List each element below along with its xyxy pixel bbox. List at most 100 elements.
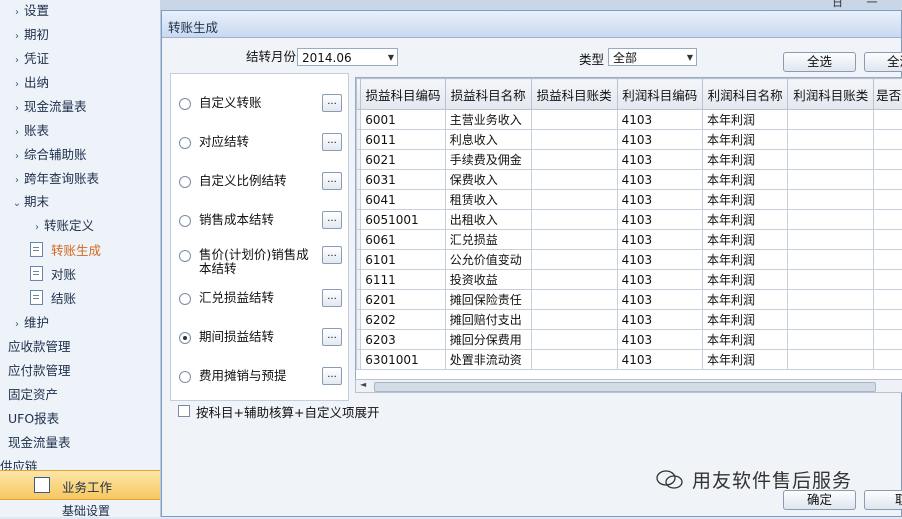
nav-item[interactable]: ›转账定义 <box>30 215 94 237</box>
select-all-button[interactable]: 全选 <box>783 52 856 72</box>
table-cell[interactable]: 6111 <box>361 270 445 290</box>
table-cell[interactable]: 租赁收入 <box>445 190 531 210</box>
table-cell[interactable]: 6001 <box>361 110 445 130</box>
nav-item[interactable]: ›综合辅助账 <box>10 144 87 166</box>
table-cell[interactable]: 本年利润 <box>702 310 787 330</box>
type-select[interactable]: 全部 ▼ <box>608 48 697 66</box>
table-cell[interactable]: 4103 <box>617 290 702 310</box>
option-detail-button[interactable]: ... <box>322 289 342 307</box>
table-cell[interactable]: 6041 <box>361 190 445 210</box>
table-cell[interactable]: 摊回赔付支出 <box>445 310 531 330</box>
radio-button[interactable] <box>179 293 191 305</box>
transfer-grid[interactable]: 损益科目编码损益科目名称损益科目账类利润科目编码利润科目名称利润科目账类是否 6… <box>355 77 902 389</box>
nav-item[interactable]: UFO报表 <box>8 408 59 430</box>
table-row[interactable]: 6061汇兑损益4103本年利润 <box>357 230 902 250</box>
radio-button[interactable] <box>179 250 191 262</box>
nav-item[interactable]: ›凭证 <box>10 48 49 70</box>
table-cell[interactable]: 本年利润 <box>702 170 787 190</box>
table-cell[interactable]: 4103 <box>617 150 702 170</box>
table-cell[interactable]: 投资收益 <box>445 270 531 290</box>
nav-item[interactable]: ›跨年查询账表 <box>10 168 99 190</box>
nav-item[interactable]: 现金流量表 <box>8 432 71 454</box>
table-cell[interactable] <box>874 130 902 150</box>
table-row[interactable]: 6101公允价值变动4103本年利润 <box>357 250 902 270</box>
table-cell[interactable] <box>874 150 902 170</box>
radio-button[interactable] <box>179 176 191 188</box>
option-detail-button[interactable]: ... <box>322 172 342 190</box>
nav-item[interactable]: ›维护 <box>10 312 49 334</box>
table-cell[interactable] <box>874 330 902 350</box>
table-row[interactable]: 6051001出租收入4103本年利润 <box>357 210 902 230</box>
nav-item[interactable]: ›出纳 <box>10 72 49 94</box>
table-cell[interactable]: 6051001 <box>361 210 445 230</box>
column-header[interactable]: 利润科目账类 <box>788 79 874 110</box>
table-cell[interactable] <box>874 310 902 330</box>
table-row[interactable]: 6202摊回赔付支出4103本年利润 <box>357 310 902 330</box>
table-cell[interactable]: 6202 <box>361 310 445 330</box>
option-detail-button[interactable]: ... <box>322 94 342 112</box>
nav-item[interactable]: ›设置 <box>10 0 49 22</box>
radio-button[interactable] <box>179 215 191 227</box>
column-header[interactable]: 利润科目编码 <box>617 79 702 110</box>
option-detail-button[interactable]: ... <box>322 133 342 151</box>
transfer-option[interactable]: 自定义转账... <box>179 92 344 122</box>
table-cell[interactable] <box>874 230 902 250</box>
table-row[interactable]: 6031保费收入4103本年利润 <box>357 170 902 190</box>
table-cell[interactable]: 处置非流动资 <box>445 350 531 370</box>
table-cell[interactable]: 摊回分保费用 <box>445 330 531 350</box>
table-cell[interactable] <box>788 150 874 170</box>
radio-button[interactable] <box>179 137 191 149</box>
table-cell[interactable] <box>874 210 902 230</box>
table-cell[interactable]: 本年利润 <box>702 130 787 150</box>
table-cell[interactable]: 利息收入 <box>445 130 531 150</box>
transfer-option[interactable]: 期间损益结转... <box>179 326 344 356</box>
table-cell[interactable] <box>788 250 874 270</box>
table-row[interactable]: 6011利息收入4103本年利润 <box>357 130 902 150</box>
table-cell[interactable] <box>531 110 617 130</box>
nav-item[interactable]: 应收款管理 <box>8 336 71 358</box>
horizontal-scrollbar[interactable]: ◄ <box>355 379 902 393</box>
table-cell[interactable] <box>531 130 617 150</box>
nav-item[interactable]: 固定资产 <box>8 384 58 406</box>
table-cell[interactable] <box>531 170 617 190</box>
table-cell[interactable] <box>788 190 874 210</box>
table-cell[interactable]: 4103 <box>617 110 702 130</box>
nav-item[interactable]: 对账 <box>30 264 76 286</box>
table-cell[interactable] <box>788 350 874 370</box>
transfer-option[interactable]: 费用摊销与预提... <box>179 365 344 395</box>
table-cell[interactable]: 公允价值变动 <box>445 250 531 270</box>
radio-button[interactable] <box>179 98 191 110</box>
nav-item[interactable]: ›现金流量表 <box>10 96 87 118</box>
cancel-button[interactable]: 取消 <box>864 490 902 510</box>
table-cell[interactable]: 6021 <box>361 150 445 170</box>
table-cell[interactable] <box>874 270 902 290</box>
table-cell[interactable]: 主营业务收入 <box>445 110 531 130</box>
table-cell[interactable]: 本年利润 <box>702 190 787 210</box>
table-cell[interactable] <box>788 230 874 250</box>
table-row[interactable]: 6301001处置非流动资 4103本年利润 <box>357 350 902 370</box>
table-cell[interactable] <box>531 230 617 250</box>
table-cell[interactable]: 6301001 <box>361 350 445 370</box>
table-row[interactable]: 6203摊回分保费用4103本年利润 <box>357 330 902 350</box>
column-header[interactable]: 损益科目名称 <box>445 79 531 110</box>
table-row[interactable]: 6001主营业务收入4103本年利润 <box>357 110 902 130</box>
table-cell[interactable]: 6101 <box>361 250 445 270</box>
scroll-thumb[interactable] <box>374 382 876 392</box>
table-cell[interactable] <box>874 290 902 310</box>
basic-settings-tab[interactable]: 基础设置 <box>0 500 160 517</box>
table-cell[interactable]: 本年利润 <box>702 350 787 370</box>
table-cell[interactable]: 本年利润 <box>702 150 787 170</box>
table-cell[interactable]: 出租收入 <box>445 210 531 230</box>
table-cell[interactable]: 4103 <box>617 210 702 230</box>
table-cell[interactable] <box>788 290 874 310</box>
table-cell[interactable]: 4103 <box>617 190 702 210</box>
radio-button[interactable] <box>179 332 191 344</box>
business-work-tab[interactable]: 业务工作 <box>0 470 160 500</box>
table-cell[interactable] <box>788 270 874 290</box>
table-cell[interactable]: 4103 <box>617 350 702 370</box>
transfer-option[interactable]: 售价(计划价)销售成本结转... <box>179 244 344 274</box>
option-detail-button[interactable]: ... <box>322 211 342 229</box>
table-cell[interactable]: 4103 <box>617 230 702 250</box>
nav-item[interactable]: 转账生成 <box>30 240 101 262</box>
column-header[interactable]: 损益科目编码 <box>361 79 445 110</box>
